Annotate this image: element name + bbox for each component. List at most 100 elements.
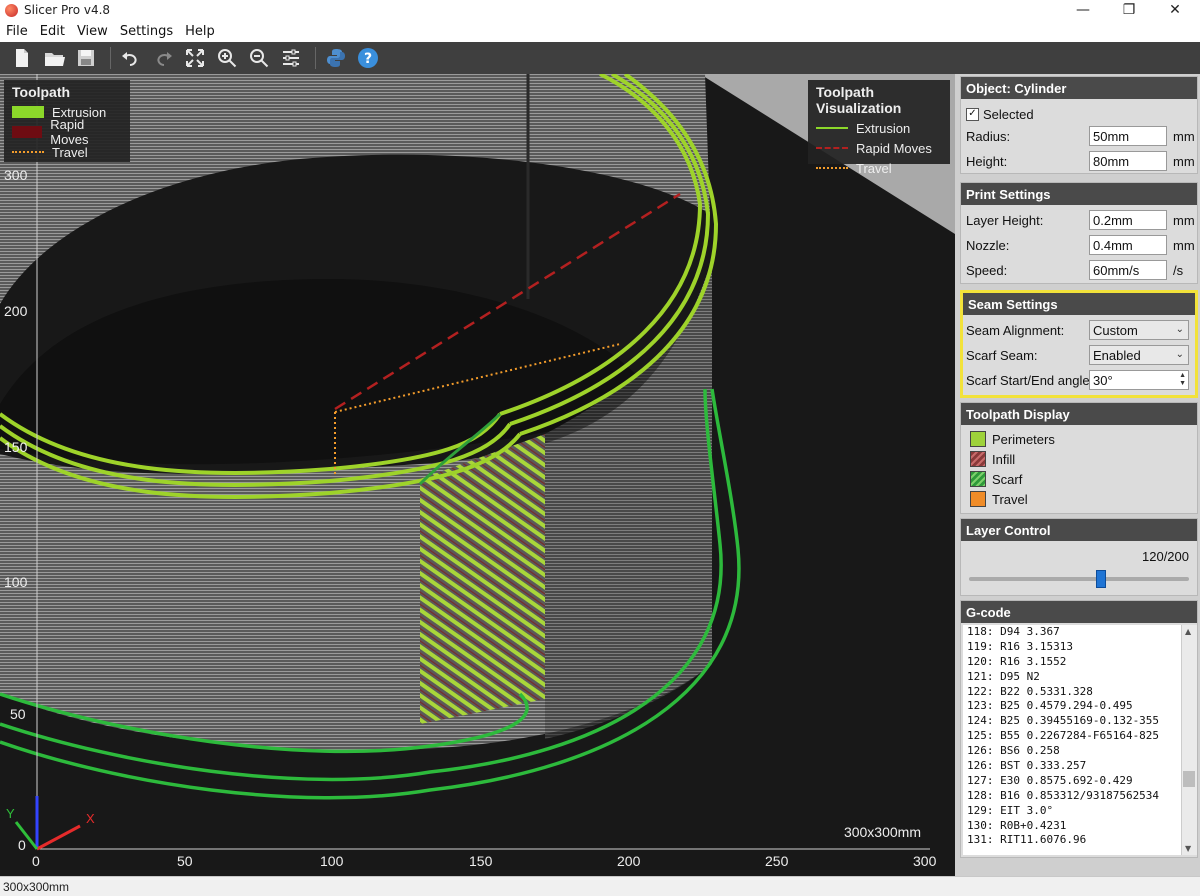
toolbar-divider: [110, 47, 111, 69]
gcode-line: 126: BS6 0.258: [967, 744, 1060, 758]
menu-help[interactable]: Help: [179, 24, 221, 39]
object-section: Object: Cylinder ✓ Selected Radius: 50mm…: [960, 76, 1198, 174]
gcode-scrollbar[interactable]: ▲ ▼: [1181, 625, 1197, 855]
layer-height-unit: mm: [1173, 213, 1195, 228]
zoom-out-icon[interactable]: [245, 44, 273, 72]
spinner-arrows-icon[interactable]: ▲ ▼: [1179, 372, 1186, 388]
menu-edit[interactable]: Edit: [34, 24, 71, 39]
travel-swatch: [970, 491, 986, 507]
height-input[interactable]: 80mm: [1089, 151, 1167, 171]
scrollbar-thumb[interactable]: [1183, 771, 1195, 787]
new-file-icon[interactable]: [8, 44, 36, 72]
close-button[interactable]: ✕: [1152, 0, 1198, 20]
gcode-line: 128: B16 0.853312/93187562534: [967, 788, 1160, 802]
display-item-perimeters[interactable]: Perimeters: [970, 428, 1192, 450]
display-item-travel[interactable]: Travel: [970, 488, 1192, 510]
layer-readout: 120/200: [1142, 549, 1189, 564]
x-axis-gizmo-label: X: [86, 811, 95, 826]
height-unit: mm: [1173, 154, 1195, 169]
undo-icon[interactable]: [117, 44, 145, 72]
extrusion-line-swatch: [816, 127, 848, 129]
extrusion-swatch: [12, 106, 44, 118]
scarf-angle-spinbox[interactable]: 30° ▲ ▼: [1089, 370, 1189, 390]
3d-viewport[interactable]: Toolpath Extrusion Rapid Moves Travel To…: [0, 74, 955, 876]
rapid-swatch: [12, 126, 43, 138]
scarf-angle-value: 30°: [1093, 372, 1113, 388]
speed-input[interactable]: 60mm/s: [1089, 260, 1167, 280]
selected-checkbox[interactable]: ✓: [966, 107, 979, 121]
status-bar: 300x300mm: [0, 876, 1200, 896]
display-label: Perimeters: [992, 431, 1055, 447]
menu-view[interactable]: View: [71, 24, 114, 39]
print-settings-title: Print Settings: [961, 183, 1197, 205]
legend-item-rapid: Rapid Moves: [4, 117, 130, 147]
gcode-line: 131: RIT11.6076.96: [967, 833, 1087, 847]
legend-label: Travel: [52, 144, 88, 160]
selected-row[interactable]: ✓ Selected: [966, 103, 1192, 125]
display-item-scarf[interactable]: Scarf: [970, 468, 1192, 490]
display-item-infill[interactable]: Infill: [970, 448, 1192, 470]
status-text: 300x300mm: [3, 879, 70, 894]
x-tick-label: 50: [177, 853, 193, 869]
scarf-seam-select[interactable]: Enabled ⌄: [1089, 345, 1189, 365]
title-bar: Slicer Pro v4.8 — ❐ ✕: [0, 0, 1200, 20]
zoom-in-icon[interactable]: [213, 44, 241, 72]
legend-item-extrusion: Extrusion: [808, 118, 950, 138]
bed-size-label: 300x300mm: [843, 824, 921, 840]
menu-settings[interactable]: Settings: [114, 24, 179, 39]
gcode-line: 130: R0B+0.4231: [967, 818, 1067, 832]
travel-swatch: [12, 151, 44, 153]
help-icon[interactable]: ?: [354, 44, 382, 72]
minimize-button[interactable]: —: [1060, 0, 1106, 20]
open-folder-icon[interactable]: [40, 44, 68, 72]
scarf-seam-value: Enabled: [1093, 347, 1141, 363]
gcode-line: 127: E30 0.8575.692-0.429: [967, 773, 1133, 787]
app-logo-icon: [5, 3, 18, 17]
infill-swatch: [970, 451, 986, 467]
settings-sliders-icon[interactable]: [277, 44, 305, 72]
seam-settings-title: Seam Settings: [963, 293, 1195, 315]
gcode-listing[interactable]: 118: D94 3.367 119: R16 3.15313 120: R16…: [963, 625, 1181, 855]
layer-control-title: Layer Control: [961, 519, 1197, 541]
legend-label: Rapid Moves: [50, 117, 89, 147]
layer-slider-thumb[interactable]: [1096, 570, 1106, 588]
y-tick-label: 150: [4, 439, 28, 455]
menu-file[interactable]: File: [0, 24, 34, 39]
y-tick-label: 0: [18, 837, 26, 853]
fit-view-icon[interactable]: [181, 44, 209, 72]
scarf-swatch: [970, 471, 986, 487]
layer-slider-track[interactable]: [969, 577, 1189, 581]
gcode-line: 119: R16 3.15313: [967, 639, 1073, 653]
python-icon[interactable]: [322, 44, 350, 72]
display-label: Scarf: [992, 471, 1023, 487]
radius-input[interactable]: 50mm: [1089, 126, 1167, 146]
gcode-title: G-code: [961, 601, 1197, 623]
chevron-down-icon: ⌄: [1175, 324, 1184, 335]
settings-panel: Object: Cylinder ✓ Selected Radius: 50mm…: [955, 74, 1200, 876]
gcode-line: 121: D95 N2: [967, 669, 1040, 683]
gcode-section: G-code 118: D94 3.367 119: R16 3.15313 1…: [960, 600, 1198, 858]
redo-icon[interactable]: [149, 44, 177, 72]
nozzle-input[interactable]: 0.4mm: [1089, 235, 1167, 255]
legend-title: Toolpath: [12, 84, 71, 100]
save-icon[interactable]: [72, 44, 100, 72]
travel-line-swatch: [816, 167, 848, 169]
radius-unit: mm: [1173, 129, 1195, 144]
layer-height-input[interactable]: 0.2mm: [1089, 210, 1167, 230]
seam-alignment-select[interactable]: Custom ⌄: [1089, 320, 1189, 340]
toolbar: ?: [0, 42, 1200, 74]
seam-settings-section: Seam Settings Seam Alignment: Custom ⌄ S…: [960, 290, 1198, 398]
x-tick-label: 200: [617, 853, 641, 869]
layer-control-section: Layer Control 120/200: [960, 518, 1198, 596]
scroll-down-icon[interactable]: ▼: [1185, 844, 1191, 853]
legend-title: Toolpath Visualization: [816, 84, 902, 116]
maximize-button[interactable]: ❐: [1106, 0, 1152, 20]
toolpath-display-title: Toolpath Display: [961, 403, 1197, 425]
legend-item-travel: Travel: [808, 158, 950, 178]
x-tick-label: 150: [469, 853, 493, 869]
legend-label: Extrusion: [856, 120, 911, 136]
selected-label: Selected: [983, 106, 1034, 122]
scroll-up-icon[interactable]: ▲: [1185, 627, 1191, 636]
x-tick-label: 0: [32, 853, 40, 869]
perimeters-swatch: [970, 431, 986, 447]
